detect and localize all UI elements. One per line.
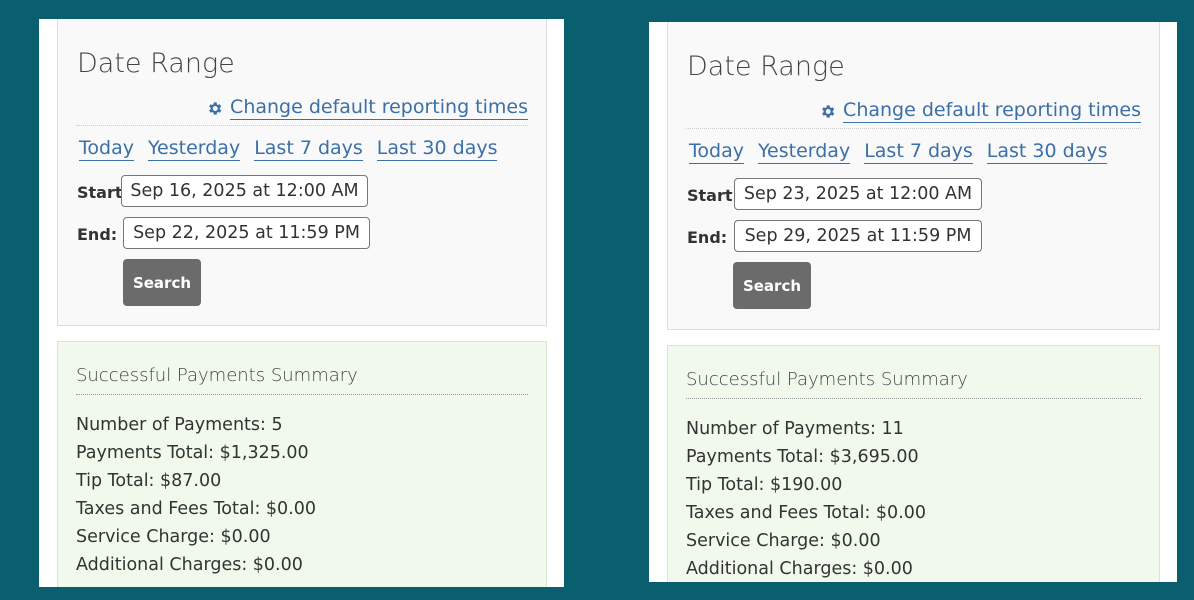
start-label: Start: bbox=[687, 186, 739, 205]
divider bbox=[686, 128, 1141, 129]
end-date-field[interactable]: Sep 22, 2025 at 11:59 PM bbox=[123, 217, 370, 249]
divider bbox=[76, 125, 528, 126]
summary-taxes-fees-total: Taxes and Fees Total: $0.00 bbox=[76, 499, 317, 519]
summary-taxes-fees-total: Taxes and Fees Total: $0.00 bbox=[686, 503, 927, 523]
report-panel-left: Date Range Change default reporting time… bbox=[39, 19, 564, 587]
end-label: End: bbox=[77, 225, 118, 244]
quick-range-last-7-days[interactable]: Last 7 days bbox=[864, 140, 973, 164]
summary-payments-total: Payments Total: $1,325.00 bbox=[76, 443, 309, 463]
summary-lines: Number of Payments: 11 Payments Total: $… bbox=[686, 415, 926, 582]
summary-payments-total: Payments Total: $3,695.00 bbox=[686, 447, 919, 467]
summary-additional-charges: Additional Charges: $0.00 bbox=[76, 555, 303, 575]
summary-title: Successful Payments Summary bbox=[686, 369, 968, 390]
quick-range-last-30-days[interactable]: Last 30 days bbox=[986, 140, 1108, 164]
start-date-field[interactable]: Sep 16, 2025 at 12:00 AM bbox=[121, 175, 368, 207]
start-date-field[interactable]: Sep 23, 2025 at 12:00 AM bbox=[734, 178, 982, 210]
summary-title: Successful Payments Summary bbox=[76, 365, 358, 386]
summary-tip-total: Tip Total: $190.00 bbox=[686, 475, 843, 495]
summary-service-charge: Service Charge: $0.00 bbox=[76, 527, 271, 547]
quick-range-links: Today Yesterday Last 7 days Last 30 days bbox=[689, 140, 1108, 164]
change-default-times-label: Change default reporting times bbox=[230, 96, 528, 120]
date-range-box: Date Range Change default reporting time… bbox=[57, 19, 547, 326]
summary-additional-charges: Additional Charges: $0.00 bbox=[686, 559, 913, 579]
quick-range-links: Today Yesterday Last 7 days Last 30 days bbox=[79, 137, 498, 161]
date-range-title: Date Range bbox=[687, 51, 845, 82]
summary-service-charge: Service Charge: $0.00 bbox=[686, 531, 881, 551]
search-button[interactable]: Search bbox=[733, 262, 811, 309]
end-date-field[interactable]: Sep 29, 2025 at 11:59 PM bbox=[734, 220, 982, 252]
payments-summary-box: Successful Payments Summary Number of Pa… bbox=[57, 341, 547, 587]
quick-range-last-30-days[interactable]: Last 30 days bbox=[376, 137, 498, 161]
summary-divider bbox=[76, 394, 528, 395]
change-default-times-label: Change default reporting times bbox=[843, 99, 1141, 123]
gear-icon bbox=[209, 101, 222, 115]
search-button[interactable]: Search bbox=[123, 259, 201, 306]
summary-divider bbox=[686, 398, 1141, 399]
report-panel-right: Date Range Change default reporting time… bbox=[649, 22, 1177, 582]
end-label: End: bbox=[687, 228, 728, 247]
summary-lines: Number of Payments: 5 Payments Total: $1… bbox=[76, 411, 316, 579]
summary-number-of-payments: Number of Payments: 11 bbox=[686, 419, 904, 439]
quick-range-yesterday[interactable]: Yesterday bbox=[757, 140, 851, 164]
summary-tip-total: Tip Total: $87.00 bbox=[76, 471, 222, 491]
change-default-times-link[interactable]: Change default reporting times bbox=[206, 96, 528, 120]
quick-range-today[interactable]: Today bbox=[79, 137, 134, 161]
quick-range-last-7-days[interactable]: Last 7 days bbox=[254, 137, 363, 161]
quick-range-today[interactable]: Today bbox=[689, 140, 744, 164]
date-range-box: Date Range Change default reporting time… bbox=[667, 22, 1160, 330]
gear-icon bbox=[822, 104, 835, 118]
payments-summary-box: Successful Payments Summary Number of Pa… bbox=[667, 345, 1160, 582]
quick-range-yesterday[interactable]: Yesterday bbox=[147, 137, 241, 161]
summary-number-of-payments: Number of Payments: 5 bbox=[76, 415, 283, 435]
change-default-times-link[interactable]: Change default reporting times bbox=[819, 99, 1141, 123]
date-range-title: Date Range bbox=[77, 48, 235, 79]
